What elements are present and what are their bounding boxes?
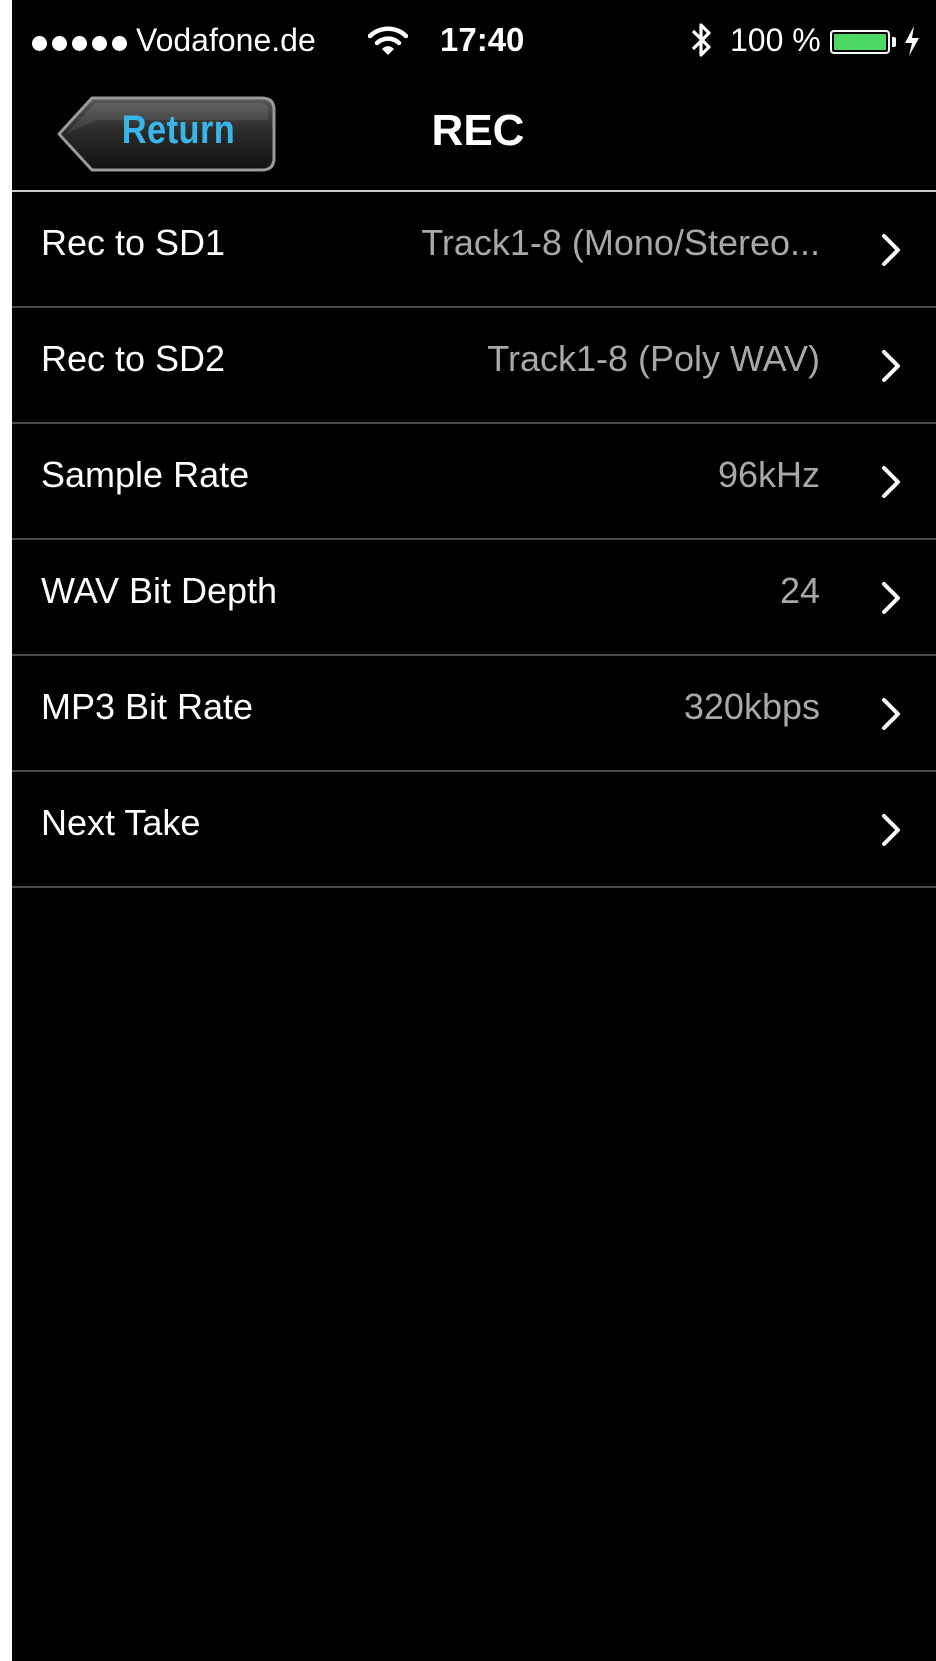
setting-label: Rec to SD2 (41, 338, 226, 379)
carrier-name: Vodafone.de (136, 22, 316, 58)
setting-label: MP3 Bit Rate (41, 686, 254, 727)
setting-label: Next Take (41, 802, 201, 843)
app-screen: Vodafone.de 17:40 100 % Return REC Rec t… (12, 0, 936, 1661)
settings-list: Rec to SD1 Track1-8 (Mono/Stereo... Rec … (12, 192, 936, 888)
setting-row-rec-to-sd2[interactable]: Rec to SD2 Track1-8 (Poly WAV) (12, 308, 936, 424)
setting-value: 320kbps (683, 686, 820, 727)
battery-level-fill (834, 34, 886, 50)
signal-dot (92, 36, 107, 51)
setting-value: 96kHz (717, 454, 820, 495)
page-title: REC (431, 106, 525, 155)
status-bar: Vodafone.de 17:40 100 % (12, 0, 936, 86)
signal-dot (32, 36, 47, 51)
chevron-right-icon (882, 350, 900, 382)
chevron-right-icon (882, 698, 900, 730)
setting-label: Rec to SD1 (41, 222, 226, 263)
bluetooth-icon (691, 23, 711, 57)
setting-row-sample-rate[interactable]: Sample Rate 96kHz (12, 424, 936, 540)
setting-label: Sample Rate (41, 454, 250, 495)
chevron-right-icon (882, 234, 900, 266)
setting-value: 24 (779, 570, 820, 611)
signal-dot (112, 36, 127, 51)
battery-icon (830, 30, 890, 54)
signal-dot (72, 36, 87, 51)
battery-terminal (892, 37, 896, 47)
setting-value: Track1-8 (Mono/Stereo... (421, 222, 820, 263)
chevron-right-icon (882, 466, 900, 498)
wifi-icon (368, 26, 408, 55)
setting-row-rec-to-sd1[interactable]: Rec to SD1 Track1-8 (Mono/Stereo... (12, 192, 936, 308)
signal-dot (52, 36, 67, 51)
setting-row-wav-bit-depth[interactable]: WAV Bit Depth 24 (12, 540, 936, 656)
navigation-bar: Return REC (12, 86, 936, 192)
charging-icon (905, 26, 919, 56)
signal-strength-icon (32, 36, 127, 51)
setting-row-mp3-bit-rate[interactable]: MP3 Bit Rate 320kbps (12, 656, 936, 772)
setting-value: Track1-8 (Poly WAV) (487, 338, 820, 379)
battery-percentage: 100 % (730, 22, 821, 58)
setting-row-next-take[interactable]: Next Take (12, 772, 936, 888)
chevron-right-icon (882, 582, 900, 614)
clock: 17:40 (440, 21, 525, 58)
chevron-right-icon (882, 814, 900, 846)
setting-label: WAV Bit Depth (41, 570, 278, 611)
